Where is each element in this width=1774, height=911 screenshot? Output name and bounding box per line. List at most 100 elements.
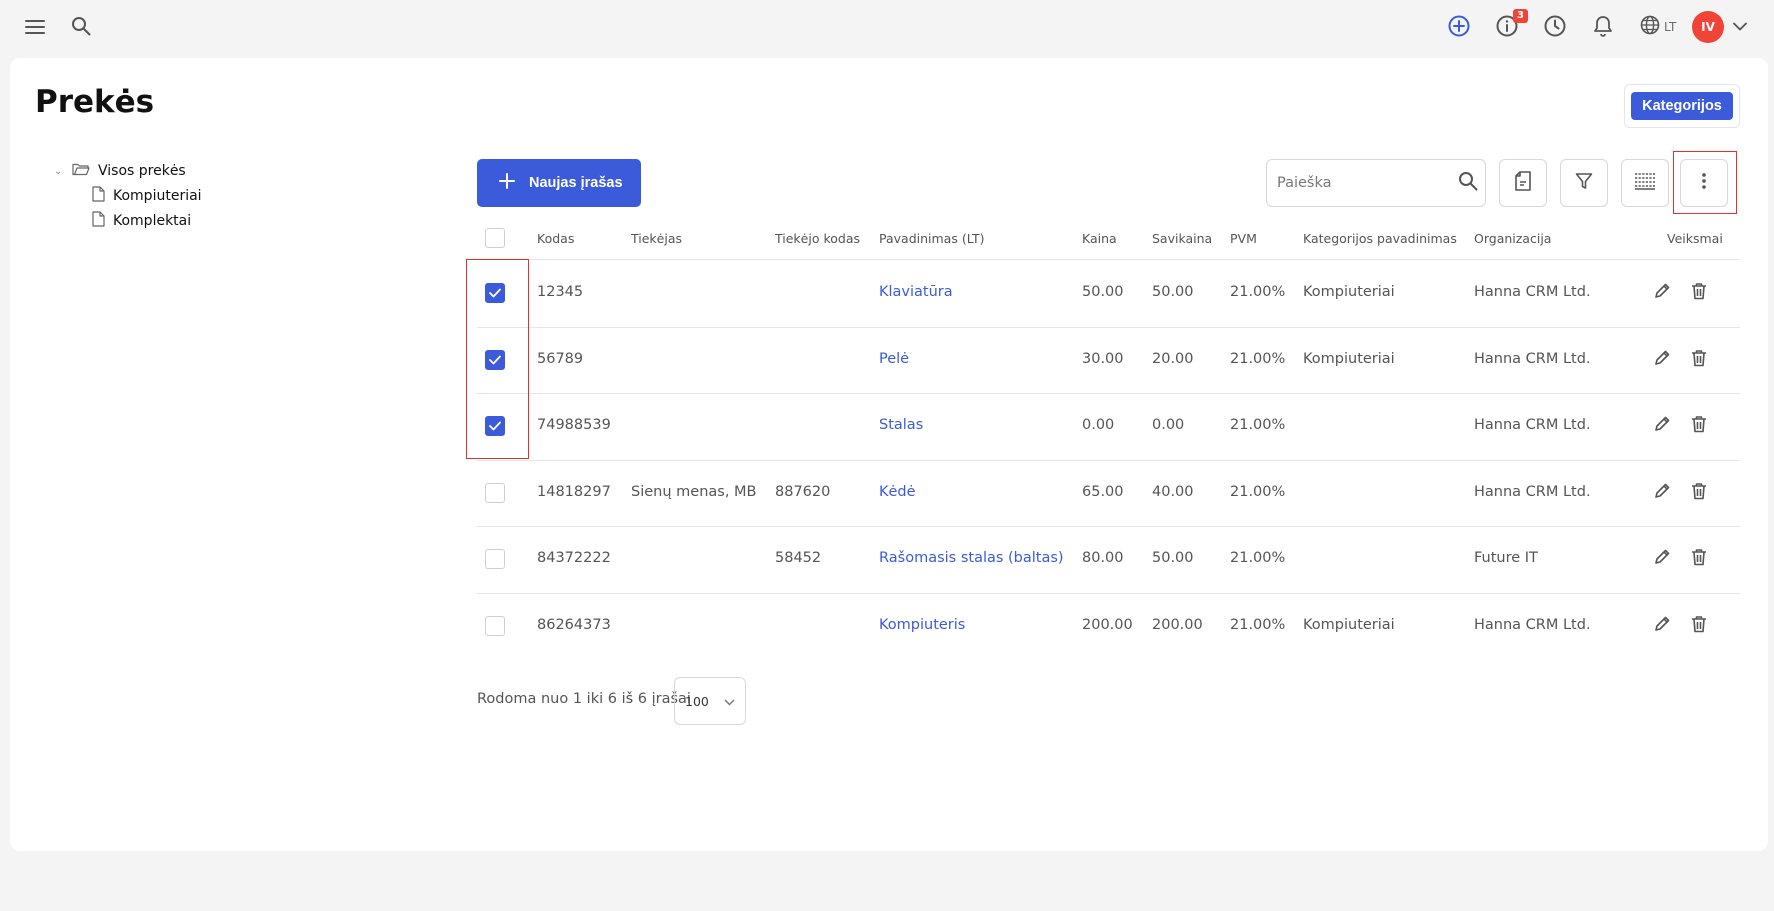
collapse-icon[interactable]: ⌄ xyxy=(54,166,64,177)
edit-icon[interactable] xyxy=(1651,480,1673,502)
cell-code: 86264373 xyxy=(537,616,611,633)
edit-icon[interactable] xyxy=(1651,413,1673,435)
categories-button-wrapper: Kategorijos xyxy=(1624,84,1740,128)
cell-organization: Hanna CRM Ltd. xyxy=(1474,417,1591,434)
col-header-organization[interactable]: Organizacija xyxy=(1474,231,1551,246)
edit-icon[interactable] xyxy=(1651,546,1673,568)
search-icon[interactable] xyxy=(70,15,92,37)
cell-cost: 20.00 xyxy=(1152,350,1194,367)
cell-price: 50.00 xyxy=(1082,284,1124,301)
notifications-badge: 3 xyxy=(1513,9,1528,23)
new-record-button[interactable]: Naujas įrašas xyxy=(477,159,641,207)
highlight-frame-more xyxy=(1673,151,1737,214)
col-header-cost[interactable]: Savikaina xyxy=(1152,231,1212,246)
col-header-supplier[interactable]: Tiekėjas xyxy=(631,231,682,246)
delete-icon[interactable] xyxy=(1688,546,1710,568)
cell-supplier-code: 887620 xyxy=(775,483,831,500)
cell-vat: 21.00% xyxy=(1230,483,1286,500)
row-checkbox[interactable] xyxy=(485,615,505,636)
language-label: LT xyxy=(1664,20,1677,34)
delete-icon[interactable] xyxy=(1688,347,1710,369)
language-selector[interactable]: LT xyxy=(1640,14,1676,40)
search-icon[interactable] xyxy=(1458,171,1478,195)
cell-price: 30.00 xyxy=(1082,350,1124,367)
tree-item-label: Komplektai xyxy=(113,213,192,229)
row-checkbox[interactable] xyxy=(485,482,505,503)
cell-organization: Future IT xyxy=(1474,550,1538,567)
row-checkbox[interactable] xyxy=(485,549,505,570)
cell-name[interactable]: Kėdė xyxy=(879,484,916,500)
cell-cost: 0.00 xyxy=(1152,417,1185,434)
col-header-vat[interactable]: PVM xyxy=(1230,231,1257,246)
cell-name[interactable]: Pelė xyxy=(879,351,909,367)
edit-icon[interactable] xyxy=(1651,280,1673,302)
top-bar: 3 LT IV xyxy=(0,0,1774,56)
clock-icon[interactable] xyxy=(1543,14,1567,38)
filter-button[interactable] xyxy=(1560,159,1608,207)
row-divider xyxy=(477,592,1740,594)
header-divider xyxy=(477,259,1740,260)
categories-button[interactable]: Kategorijos xyxy=(1631,92,1733,120)
cell-name[interactable]: Stalas xyxy=(879,417,923,433)
cell-organization: Hanna CRM Ltd. xyxy=(1474,483,1591,500)
row-divider xyxy=(477,526,1740,527)
cell-code: 56789 xyxy=(537,350,584,367)
cell-cost: 200.00 xyxy=(1152,616,1203,633)
cell-organization: Hanna CRM Ltd. xyxy=(1474,284,1591,301)
globe-icon xyxy=(1640,15,1660,39)
cell-code: 12345 xyxy=(537,284,584,301)
page-size-value: 100 xyxy=(685,693,709,709)
cell-code: 74988539 xyxy=(537,417,611,434)
tree-item-kits[interactable]: Komplektai xyxy=(92,211,191,231)
cell-organization: Hanna CRM Ltd. xyxy=(1474,616,1591,633)
col-header-actions: Veiksmai xyxy=(1667,231,1723,246)
info-icon[interactable]: 3 xyxy=(1495,9,1528,38)
file-icon xyxy=(92,186,105,206)
tree-item-all[interactable]: ⌄ Visos prekės xyxy=(54,162,186,180)
menu-icon[interactable] xyxy=(24,16,46,38)
cell-name[interactable]: Klaviatūra xyxy=(879,284,953,300)
columns-button[interactable] xyxy=(1621,159,1669,207)
cell-name[interactable]: Kompiuteris xyxy=(879,617,965,633)
pagination-summary: Rodoma nuo 1 iki 6 iš 6 įrašai xyxy=(477,691,691,707)
col-header-price[interactable]: Kaina xyxy=(1082,231,1117,246)
chevron-down-icon[interactable] xyxy=(1731,17,1749,35)
cell-category: Kompiuteriai xyxy=(1303,350,1395,367)
delete-icon[interactable] xyxy=(1688,280,1710,302)
cell-price: 65.00 xyxy=(1082,483,1124,500)
row-divider xyxy=(477,459,1740,461)
select-all-checkbox[interactable] xyxy=(485,228,505,248)
search-field[interactable] xyxy=(1266,159,1486,207)
cell-supplier-code: 58452 xyxy=(775,550,822,567)
document-icon xyxy=(1514,171,1532,195)
cell-cost: 50.00 xyxy=(1152,284,1194,301)
new-record-label: Naujas įrašas xyxy=(529,175,623,191)
add-circle-icon[interactable] xyxy=(1447,14,1471,38)
cell-cost: 40.00 xyxy=(1152,483,1194,500)
cell-vat: 21.00% xyxy=(1230,616,1286,633)
cell-name[interactable]: Rašomasis stalas (baltas) xyxy=(879,550,1064,566)
page-size-select[interactable]: 100 xyxy=(674,677,746,725)
delete-icon[interactable] xyxy=(1688,480,1710,502)
col-header-category[interactable]: Kategorijos pavadinimas xyxy=(1303,231,1457,246)
chevron-down-icon xyxy=(724,694,735,709)
search-input[interactable] xyxy=(1277,175,1458,191)
folder-open-icon xyxy=(72,162,90,180)
avatar[interactable]: IV xyxy=(1692,11,1724,43)
bell-icon[interactable] xyxy=(1591,14,1615,38)
col-header-name[interactable]: Pavadinimas (LT) xyxy=(879,231,984,246)
filter-icon xyxy=(1575,172,1593,194)
cell-supplier: Sienų menas, MB xyxy=(631,483,757,500)
cell-organization: Hanna CRM Ltd. xyxy=(1474,350,1591,367)
edit-icon[interactable] xyxy=(1651,347,1673,369)
tree-item-computers[interactable]: Kompiuteriai xyxy=(92,186,202,206)
columns-icon xyxy=(1634,172,1656,194)
col-header-code[interactable]: Kodas xyxy=(537,231,574,246)
file-icon xyxy=(92,211,105,231)
edit-icon[interactable] xyxy=(1651,613,1673,635)
delete-icon[interactable] xyxy=(1688,413,1710,435)
export-button[interactable] xyxy=(1499,159,1547,207)
cell-code: 14818297 xyxy=(537,483,611,500)
col-header-supplier-code[interactable]: Tiekėjo kodas xyxy=(775,231,860,246)
delete-icon[interactable] xyxy=(1688,613,1710,635)
